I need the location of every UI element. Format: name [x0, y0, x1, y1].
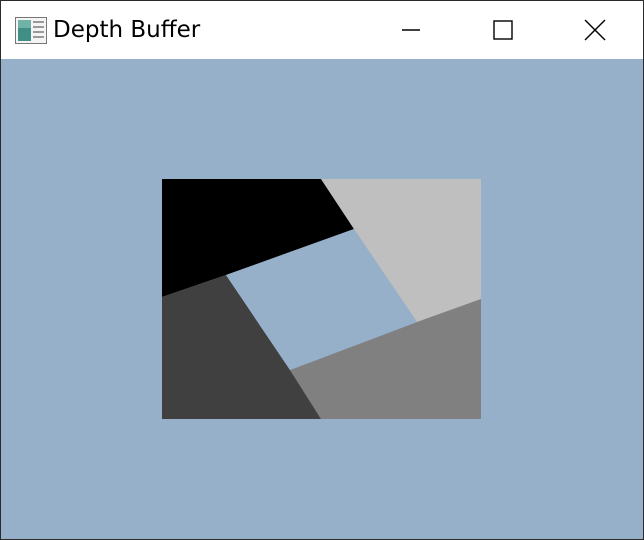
app-window: Depth Buffer — [0, 0, 644, 540]
close-icon — [584, 19, 606, 41]
maximize-icon — [493, 20, 513, 40]
minimize-button[interactable] — [365, 1, 457, 59]
minimize-icon — [402, 29, 420, 31]
window-title: Depth Buffer — [53, 17, 201, 43]
render-viewport[interactable] — [1, 59, 643, 539]
close-button[interactable] — [549, 1, 641, 59]
maximize-button[interactable] — [457, 1, 549, 59]
client-area[interactable] — [1, 59, 643, 539]
app-window-icon — [15, 17, 47, 44]
title-bar[interactable]: Depth Buffer — [1, 1, 643, 59]
